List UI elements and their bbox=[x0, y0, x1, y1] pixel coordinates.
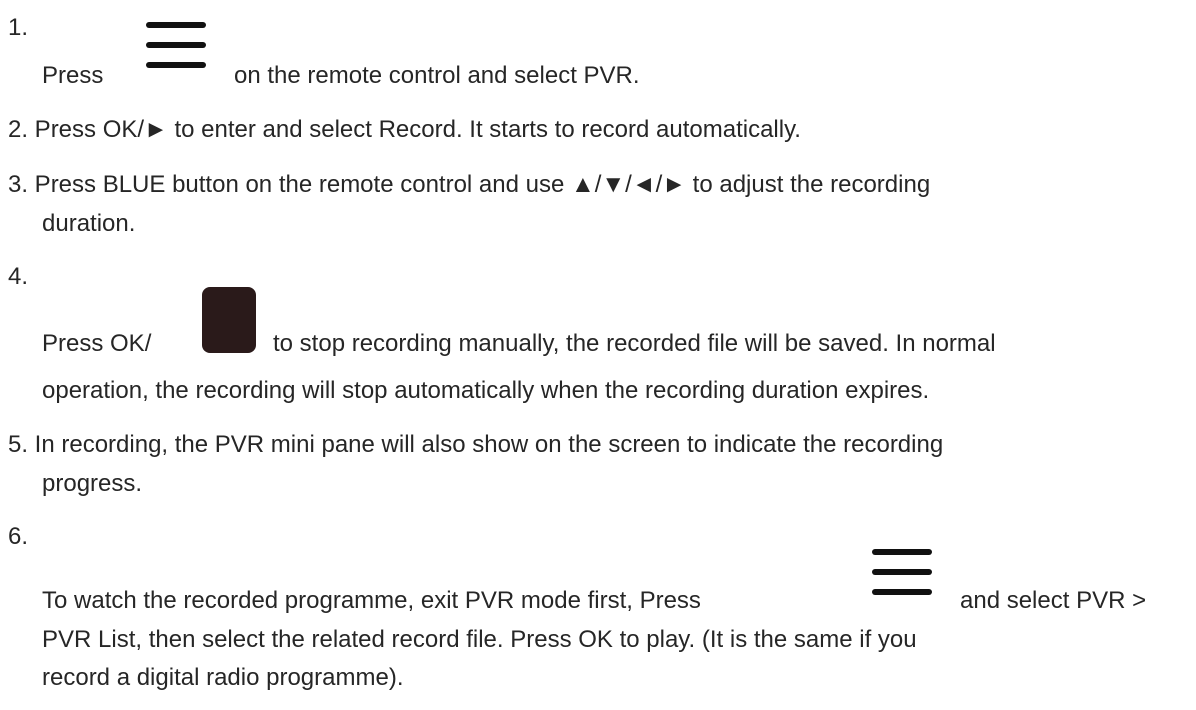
step-3-line-2: duration. bbox=[42, 210, 136, 237]
step-4-text-before: Press OK/ bbox=[42, 330, 152, 357]
step-1-text-after: on the remote control and select PVR. bbox=[234, 62, 640, 89]
step-5-line-2: progress. bbox=[42, 470, 143, 497]
step-3-line-1: 3. Press BLUE button on the remote contr… bbox=[8, 171, 931, 198]
menu-icon bbox=[872, 549, 932, 597]
step-6-text-after: and select PVR > bbox=[960, 587, 1147, 614]
step-6-number: 6. bbox=[8, 523, 29, 550]
step-1-text-before: Press bbox=[42, 62, 104, 89]
step-4-number: 4. bbox=[8, 263, 29, 290]
step-2-text: 2. Press OK/► to enter and select Record… bbox=[8, 116, 801, 143]
step-6-text-before: To watch the recorded programme, exit PV… bbox=[42, 587, 701, 614]
step-5-line-1: 5. In recording, the PVR mini pane will … bbox=[8, 431, 944, 458]
step-4-text-after: to stop recording manually, the recorded… bbox=[273, 330, 996, 357]
menu-icon bbox=[146, 22, 206, 70]
step-6-line-2: PVR List, then select the related record… bbox=[42, 626, 917, 653]
step-4-line-2: operation, the recording will stop autom… bbox=[42, 377, 930, 404]
step-1-number: 1. bbox=[8, 14, 29, 41]
step-6-line-3: record a digital radio programme). bbox=[42, 664, 404, 691]
stop-icon bbox=[202, 287, 256, 353]
